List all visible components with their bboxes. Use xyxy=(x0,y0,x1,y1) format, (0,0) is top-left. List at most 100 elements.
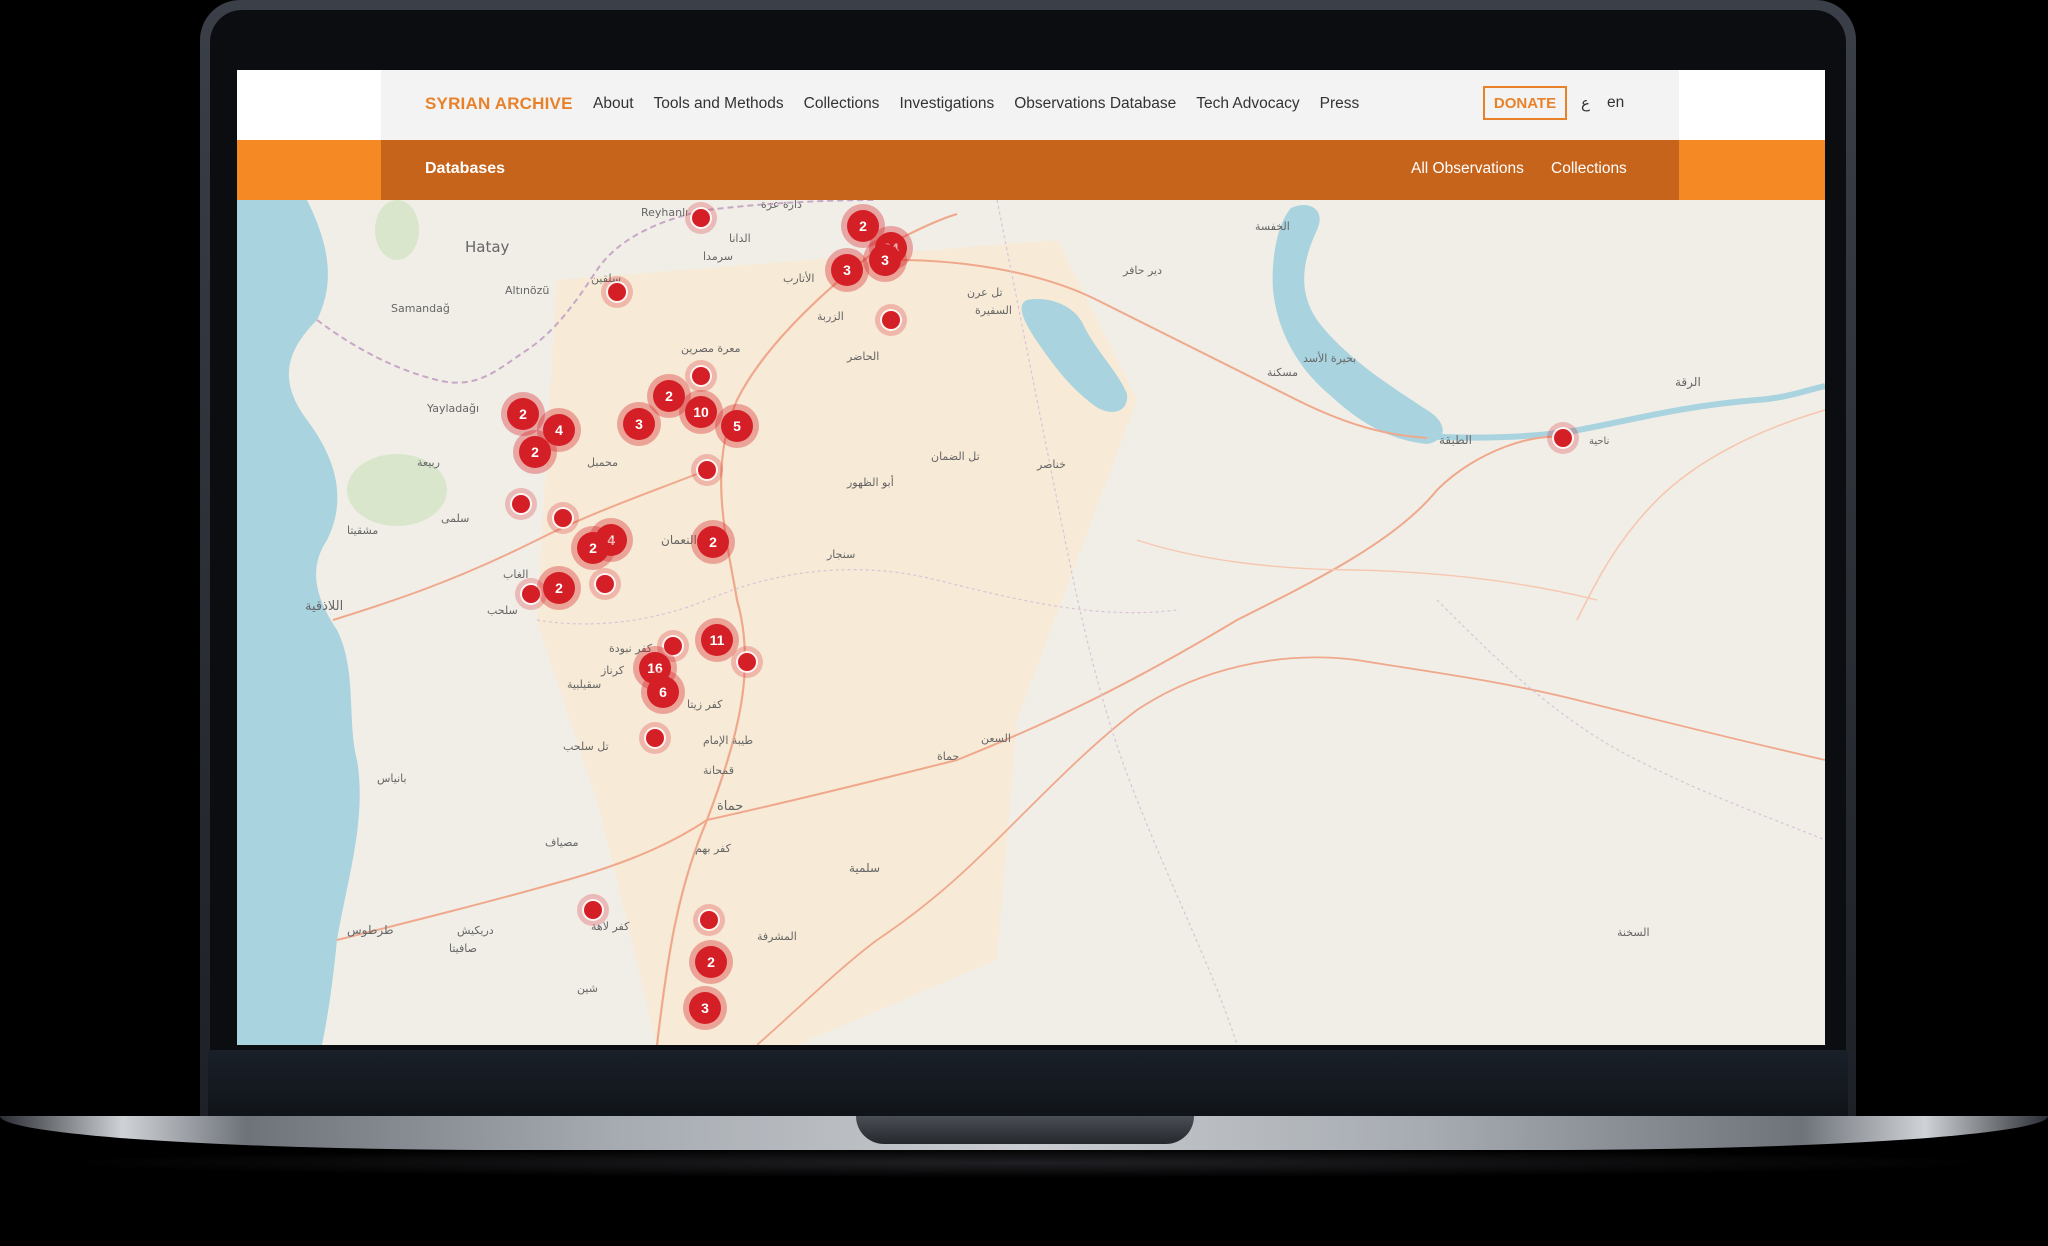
nav-investigations[interactable]: Investigations xyxy=(899,95,994,113)
observation-marker-dot xyxy=(596,575,614,593)
road xyxy=(1576,409,1825,621)
observation-cluster-count: 3 xyxy=(881,252,889,268)
map-place-label: سلمية xyxy=(849,861,880,875)
map-place-label: المشرفة xyxy=(757,930,797,943)
observation-cluster[interactable]: 2 xyxy=(691,520,735,564)
observation-marker[interactable] xyxy=(639,722,671,754)
observation-marker[interactable] xyxy=(505,488,537,520)
map-place-label: Reyhanlı xyxy=(641,206,688,219)
language-arabic-link[interactable]: ع xyxy=(1581,94,1590,112)
brand-logo[interactable]: SYRIAN ARCHIVE xyxy=(425,94,573,114)
observation-cluster-count: 2 xyxy=(709,534,717,550)
observation-marker-dot xyxy=(698,461,716,479)
map-place-label: كفر بهم xyxy=(695,842,732,855)
map-place-label: السعن xyxy=(981,732,1011,745)
map-place-label: حماة xyxy=(937,750,959,763)
observation-marker-dot xyxy=(512,495,530,513)
language-english-link[interactable]: en xyxy=(1607,94,1624,112)
observation-marker-dot xyxy=(700,911,718,929)
observation-cluster-count: 6 xyxy=(659,684,667,700)
observation-marker[interactable] xyxy=(601,276,633,308)
nav-observations-database[interactable]: Observations Database xyxy=(1014,95,1176,113)
observation-marker[interactable] xyxy=(1547,422,1579,454)
nav-tools-and-methods[interactable]: Tools and Methods xyxy=(654,95,784,113)
nav-collections[interactable]: Collections xyxy=(804,95,880,113)
euphrates-river xyxy=(1426,383,1825,441)
observation-cluster-count: 2 xyxy=(531,444,539,460)
observation-cluster[interactable]: 3 xyxy=(683,986,727,1030)
map-place-label: محمبل xyxy=(587,456,618,469)
all-observations-link[interactable]: All Observations xyxy=(1411,160,1524,178)
map-place-label: دريكيش xyxy=(457,924,494,937)
map-place-label: صافيتا xyxy=(449,942,477,955)
map-place-label: خناصر xyxy=(1036,458,1066,471)
map-place-label: Samandağ xyxy=(391,302,450,315)
donate-button[interactable]: DONATE xyxy=(1483,86,1567,120)
laptop-notch xyxy=(856,1116,1194,1144)
lake-assad xyxy=(1272,204,1443,444)
map-place-label: الأتارب xyxy=(783,271,814,285)
observation-marker[interactable] xyxy=(875,304,907,336)
observation-marker[interactable] xyxy=(589,568,621,600)
collections-link[interactable]: Collections xyxy=(1551,160,1627,178)
map-place-label: مصياف xyxy=(545,836,579,849)
observation-marker[interactable] xyxy=(547,502,579,534)
map-place-label: ناحية xyxy=(1589,436,1609,447)
observation-cluster[interactable]: 3 xyxy=(863,238,907,282)
map-place-label: معرة مصرين xyxy=(681,342,741,355)
observation-marker[interactable] xyxy=(685,360,717,392)
sub-header: Databases All Observations Collections xyxy=(237,140,1825,200)
observation-cluster[interactable]: 11 xyxy=(695,618,739,662)
map-place-label: Altınözü xyxy=(505,284,549,297)
observation-cluster[interactable]: 2 xyxy=(513,430,557,474)
observation-cluster-count: 11 xyxy=(710,632,725,648)
map-place-label: الحاضر xyxy=(846,350,879,363)
forest-area xyxy=(375,200,419,260)
nav-press[interactable]: Press xyxy=(1320,95,1360,113)
observation-cluster-count: 10 xyxy=(693,404,709,420)
observation-cluster[interactable]: 5 xyxy=(715,404,759,448)
observation-marker[interactable] xyxy=(693,904,725,936)
observation-marker[interactable] xyxy=(691,454,723,486)
observation-cluster-count: 2 xyxy=(665,388,673,404)
map-place-label: أبو الظهور xyxy=(846,475,894,489)
observation-marker[interactable] xyxy=(685,202,717,234)
site-header-inner: SYRIAN ARCHIVE About Tools and Methods C… xyxy=(381,70,1679,140)
map-place-label: السخنة xyxy=(1617,926,1650,939)
map-place-label: سنجار xyxy=(826,548,855,561)
map-canvas[interactable]: Hatay Reyhanlı Samandağ Altınözü Yayladağı ال… xyxy=(237,200,1825,1045)
site-header: SYRIAN ARCHIVE About Tools and Methods C… xyxy=(237,70,1825,140)
map-place-label: الخفسة xyxy=(1255,220,1290,233)
observation-marker[interactable] xyxy=(577,894,609,926)
observation-marker-dot xyxy=(608,283,626,301)
observation-cluster[interactable]: 6 xyxy=(641,670,685,714)
observation-cluster[interactable]: 2 xyxy=(571,526,615,570)
map-place-label: قمحانة xyxy=(703,764,734,777)
observation-cluster-count: 3 xyxy=(701,1000,709,1016)
map-place-label: السفيرة xyxy=(975,304,1012,317)
map-place-label: بحيرة الأسد xyxy=(1303,351,1356,365)
observation-cluster-count: 5 xyxy=(733,418,741,434)
map-place-label: الطبقة xyxy=(1439,433,1472,447)
nav-about[interactable]: About xyxy=(593,95,634,113)
map-place-label: سلمى xyxy=(441,512,469,525)
map-place-label: بانياس xyxy=(377,772,407,785)
observation-cluster[interactable]: 2 xyxy=(689,940,733,984)
map-place-label: تل سلحب xyxy=(563,740,609,753)
observation-cluster-count: 2 xyxy=(589,540,597,556)
observation-cluster-count: 2 xyxy=(519,406,527,422)
observations-map[interactable]: Hatay Reyhanlı Samandağ Altınözü Yayladağı ال… xyxy=(237,200,1825,1045)
observation-cluster[interactable]: 3 xyxy=(617,402,661,446)
map-place-label: مشقيتا xyxy=(347,524,378,537)
observation-cluster[interactable]: 3 xyxy=(825,248,869,292)
map-place-label: ربيعة xyxy=(417,456,440,469)
observation-marker-dot xyxy=(882,311,900,329)
map-place-label: الرقة xyxy=(1675,375,1701,390)
map-place-label: اللاذقية xyxy=(305,599,343,614)
laptop-chin xyxy=(208,1050,1848,1116)
nav-tech-advocacy[interactable]: Tech Advocacy xyxy=(1196,95,1299,113)
map-place-label: الدانا xyxy=(729,232,751,245)
map-place-label: مسكنة xyxy=(1267,366,1298,379)
observation-cluster[interactable]: 2 xyxy=(537,566,581,610)
databases-title[interactable]: Databases xyxy=(425,160,505,178)
